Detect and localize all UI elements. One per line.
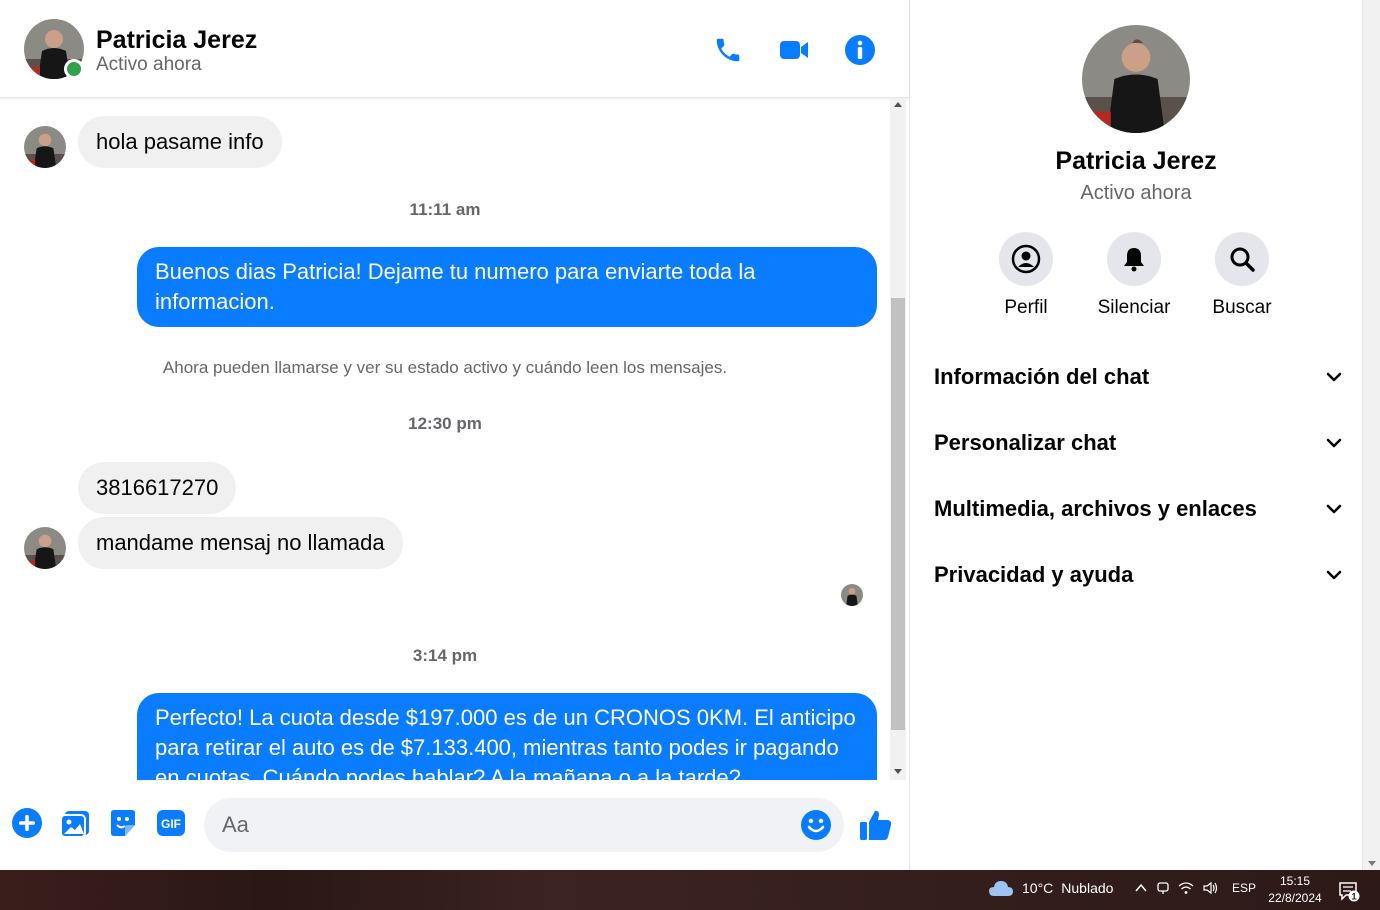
bell-icon xyxy=(1124,248,1144,272)
emoji-button[interactable] xyxy=(800,809,832,841)
chevron-up-icon[interactable] xyxy=(1134,881,1148,895)
system-notice: Ahora pueden llamarse y ver su estado ac… xyxy=(162,358,728,377)
phone-icon xyxy=(716,38,740,62)
chevron-down-icon xyxy=(1326,372,1342,382)
scrollbar-thumb[interactable] xyxy=(891,298,905,730)
scroll-down-arrow-icon[interactable] xyxy=(894,769,902,774)
sticker-button[interactable] xyxy=(106,806,140,840)
contact-name[interactable]: Patricia Jerez xyxy=(96,26,257,55)
profile-action[interactable]: Perfil xyxy=(976,232,1076,319)
input-language[interactable]: ESP xyxy=(1232,881,1256,895)
weather-widget[interactable]: 10°C Nublado xyxy=(988,879,1113,897)
outgoing-message[interactable]: Buenos dias Patricia! Dejame tu numero p… xyxy=(137,247,877,327)
scroll-up-arrow-icon[interactable] xyxy=(894,102,902,107)
section-media-files-links[interactable]: Multimedia, archivos y enlaces xyxy=(934,484,1344,534)
incoming-message[interactable]: 3816617270 xyxy=(78,462,237,514)
search-action[interactable]: Buscar xyxy=(1192,232,1292,319)
weather-temperature: 10°C xyxy=(1022,880,1054,896)
taskbar: 10°C Nublado ESP 15:15 22/8/2024 1 xyxy=(0,870,1380,910)
attach-photo-button[interactable] xyxy=(58,806,92,840)
section-customize-chat[interactable]: Personalizar chat xyxy=(934,418,1344,468)
message-input-box[interactable] xyxy=(204,798,844,852)
message-list[interactable]: hola pasame info 11:11 am Buenos dias Pa… xyxy=(0,98,890,780)
section-privacy-help[interactable]: Privacidad y ayuda xyxy=(934,550,1344,600)
sticker-icon xyxy=(111,810,135,836)
scroll-down-arrow-icon[interactable] xyxy=(1368,861,1376,866)
message-input[interactable] xyxy=(222,798,782,852)
contact-status: Activo ahora xyxy=(96,54,202,75)
incoming-message[interactable]: hola pasame info xyxy=(78,116,282,168)
messenger-app: Patricia Jerez Activo ahora hola pasame … xyxy=(0,0,1380,870)
system-tray: ESP xyxy=(1134,881,1256,895)
volume-icon[interactable] xyxy=(1202,881,1218,895)
thumbs-up-icon xyxy=(860,810,892,840)
seen-indicator-avatar xyxy=(841,584,863,606)
conversation-info-button[interactable] xyxy=(840,30,880,70)
image-icon xyxy=(60,811,89,838)
timestamp: 3:14 pm xyxy=(412,646,478,665)
outgoing-message[interactable]: Perfecto! La cuota desde $197.000 es de … xyxy=(137,693,877,780)
meeting-camera-icon[interactable] xyxy=(1156,881,1170,895)
chat-column: Patricia Jerez Activo ahora hola pasame … xyxy=(0,0,910,870)
profile-action-label: Perfil xyxy=(1004,297,1048,318)
chat-header: Patricia Jerez Activo ahora xyxy=(0,0,909,98)
chevron-down-icon xyxy=(1326,570,1342,580)
search-icon xyxy=(1230,247,1255,272)
clock-date: 22/8/2024 xyxy=(1268,891,1322,905)
system-clock[interactable]: 15:15 22/8/2024 xyxy=(1262,873,1328,907)
section-label: Multimedia, archivos y enlaces xyxy=(934,496,1257,521)
notification-icon: 1 xyxy=(1339,882,1360,902)
timestamp: 11:11 am xyxy=(409,200,481,219)
sender-avatar[interactable] xyxy=(24,527,66,569)
section-label: Personalizar chat xyxy=(934,430,1117,455)
plus-circle-icon xyxy=(12,808,42,838)
mute-action[interactable]: Silenciar xyxy=(1084,232,1184,319)
sender-avatar[interactable] xyxy=(24,126,66,168)
search-action-label: Buscar xyxy=(1212,297,1272,318)
message-scrollbar[interactable] xyxy=(890,98,906,780)
page-scrollbar[interactable] xyxy=(1362,0,1380,870)
message-composer: GIF xyxy=(0,780,909,870)
svg-text:GIF: GIF xyxy=(161,817,181,831)
smiley-icon xyxy=(801,810,831,840)
notification-center-button[interactable]: 1 xyxy=(1338,880,1360,907)
cloud-icon xyxy=(989,881,1013,896)
chevron-down-icon xyxy=(1326,504,1342,514)
online-status-dot xyxy=(64,59,84,79)
gif-button[interactable]: GIF xyxy=(154,806,188,840)
incoming-message[interactable]: mandame mensaj no llamada xyxy=(78,517,403,569)
panel-contact-avatar[interactable] xyxy=(1082,25,1190,133)
profile-icon xyxy=(1011,244,1041,274)
wifi-icon[interactable] xyxy=(1178,881,1194,895)
section-chat-info[interactable]: Información del chat xyxy=(934,352,1344,402)
clock-time: 15:15 xyxy=(1279,874,1311,888)
section-label: Información del chat xyxy=(934,364,1150,389)
conversation-info-panel: Patricia Jerez Activo ahora Perfil Silen… xyxy=(910,0,1362,870)
send-like-button[interactable] xyxy=(856,806,894,844)
timestamp: 12:30 pm xyxy=(408,414,482,433)
video-camera-icon xyxy=(780,41,808,59)
notification-count: 1 xyxy=(1351,892,1356,902)
call-button[interactable] xyxy=(708,30,748,70)
mute-action-label: Silenciar xyxy=(1097,297,1171,318)
video-call-button[interactable] xyxy=(774,30,814,70)
panel-contact-name: Patricia Jerez xyxy=(1055,147,1217,175)
more-actions-button[interactable] xyxy=(10,806,44,840)
weather-condition: Nublado xyxy=(1061,880,1114,896)
info-icon xyxy=(845,35,875,65)
panel-contact-status: Activo ahora xyxy=(1080,182,1192,204)
chevron-down-icon xyxy=(1326,438,1342,448)
section-label: Privacidad y ayuda xyxy=(934,562,1134,587)
gif-icon: GIF xyxy=(157,810,185,836)
